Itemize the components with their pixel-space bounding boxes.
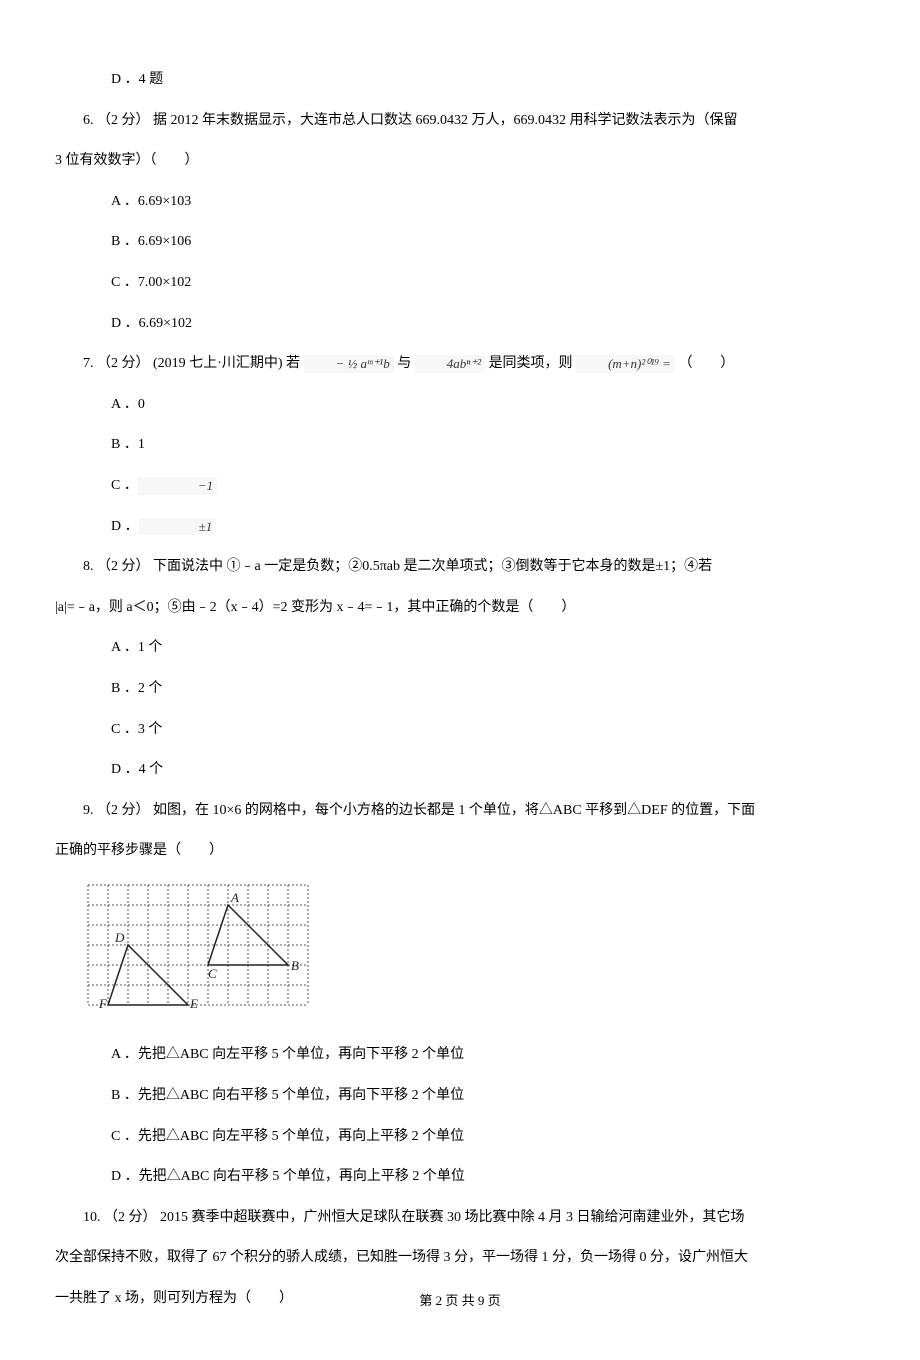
q9-stem-line1: 9. （2 分） 如图，在 10×6 的网格中，每个小方格的边长都是 1 个单位…	[55, 791, 865, 832]
q8-option-b: B ．2 个	[55, 669, 865, 710]
q10-stem-line2: 次全部保持不败，取得了 67 个积分的骄人成绩，已知胜一场得 3 分，平一场得 …	[55, 1238, 865, 1279]
diagram-label-b: B	[291, 958, 299, 973]
q9-option-d: D ．先把△ABC 向右平移 5 个单位，再向上平移 2 个单位	[55, 1157, 865, 1198]
q8-option-a: A ．1 个	[55, 628, 865, 669]
q10-stem-line1: 10. （2 分） 2015 赛季中超联赛中，广州恒大足球队在联赛 30 场比赛…	[55, 1198, 865, 1239]
diagram-label-a: A	[230, 890, 239, 905]
q7-stem-part1: 7. （2 分） (2019 七上·川汇期中) 若	[83, 356, 304, 371]
q7-stem-part2: 与	[397, 356, 415, 371]
q9-option-b: B ．先把△ABC 向右平移 5 个单位，再向下平移 2 个单位	[55, 1076, 865, 1117]
q8-option-d: D ．4 个	[55, 750, 865, 791]
q6-option-c: C ．7.00×102	[55, 263, 865, 304]
q7-stem-part3: 是同类项，则	[489, 356, 577, 371]
q7-option-d-math: ±1	[139, 518, 217, 536]
q7-option-c-prefix: C ．	[111, 478, 138, 493]
q9-diagram: A B C D E F	[83, 880, 865, 1028]
q6-option-a: A ．6.69×103	[55, 182, 865, 223]
q9-option-c: C ．先把△ABC 向左平移 5 个单位，再向上平移 2 个单位	[55, 1117, 865, 1158]
q9-stem-line2: 正确的平移步骤是（ ）	[55, 831, 865, 872]
q7-math3: (m+n)²⁰¹⁹ =	[576, 355, 675, 373]
q7-math1: − ½ aᵐ⁺¹b	[304, 355, 394, 373]
diagram-label-e: E	[189, 996, 198, 1010]
q7-option-d-prefix: D ．	[111, 519, 139, 534]
q5-option-d: D ．4 题	[55, 60, 865, 101]
q6-option-d: D ．6.69×102	[55, 304, 865, 345]
page-footer: 第 2 页 共 9 页	[0, 1282, 920, 1320]
q8-stem-line1: 8. （2 分） 下面说法中 ①﹣a 一定是负数；②0.5πab 是二次单项式；…	[55, 547, 865, 588]
q8-stem-line2: |a|=﹣a，则 a＜0；⑤由﹣2（x﹣4）=2 变形为 x﹣4=﹣1，其中正确…	[55, 588, 865, 629]
diagram-label-d: D	[114, 930, 125, 945]
q6-option-b: B ．6.69×106	[55, 222, 865, 263]
q7-option-c: C ．−1	[55, 466, 865, 507]
q7-math2: 4abⁿ⁺²	[415, 355, 485, 373]
q6-stem-line2: 3 位有效数字）（ ）	[55, 141, 865, 182]
q8-option-c: C ．3 个	[55, 710, 865, 751]
q7-option-d: D ．±1	[55, 507, 865, 548]
q7-option-c-math: −1	[138, 477, 217, 495]
diagram-label-c: C	[208, 966, 217, 981]
q9-option-a: A ．先把△ABC 向左平移 5 个单位，再向下平移 2 个单位	[55, 1035, 865, 1076]
q7-stem-part4: （ ）	[678, 356, 734, 371]
q6-stem-line1: 6. （2 分） 据 2012 年末数据显示，大连市总人口数达 669.0432…	[55, 101, 865, 142]
diagram-label-f: F	[98, 996, 108, 1010]
q7-option-a: A ．0	[55, 385, 865, 426]
q7-stem: 7. （2 分） (2019 七上·川汇期中) 若 − ½ aᵐ⁺¹b 与 4a…	[55, 344, 865, 385]
q7-option-b: B ．1	[55, 425, 865, 466]
